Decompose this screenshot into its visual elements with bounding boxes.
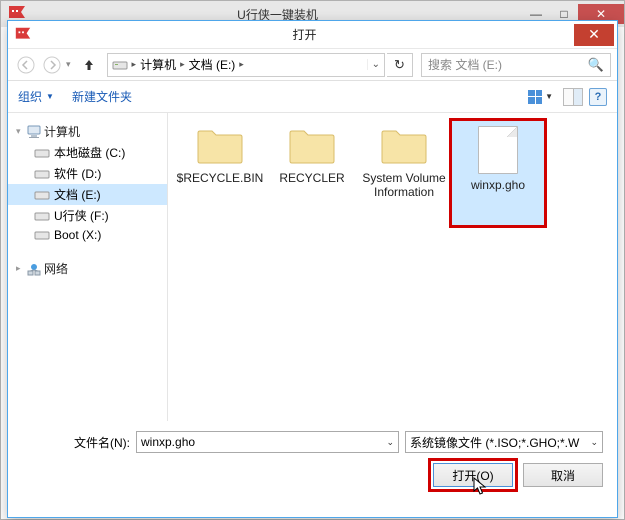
tree-drive-c[interactable]: 本地磁盘 (C:) xyxy=(8,142,167,163)
drive-icon xyxy=(34,168,50,180)
organize-button[interactable]: 组织 ▼ xyxy=(18,88,54,105)
tree-drive-x[interactable]: Boot (X:) xyxy=(8,226,167,244)
help-button[interactable]: ? xyxy=(589,88,607,106)
breadcrumb-current[interactable]: 文档 (E:) xyxy=(185,56,240,73)
address-dropdown[interactable]: ⌄ xyxy=(367,59,380,70)
breadcrumb-root[interactable]: 计算机 xyxy=(136,56,180,73)
chevron-down-icon: ▾ xyxy=(16,126,26,137)
tree-drive-f[interactable]: U行侠 (F:) xyxy=(8,205,167,226)
file-item-gho[interactable]: winxp.gho xyxy=(450,119,546,227)
file-item-folder[interactable]: System Volume Information xyxy=(358,119,450,227)
new-folder-label: 新建文件夹 xyxy=(72,88,132,105)
dialog-body: ▾ 计算机 本地磁盘 (C:) 软件 (D:) 文档 (E:) xyxy=(8,113,617,421)
dialog-titlebar: 打开 ✕ xyxy=(8,21,617,49)
file-item-folder[interactable]: $RECYCLE.BIN xyxy=(174,119,266,227)
tree-drive-label: 文档 (E:) xyxy=(54,186,101,203)
nav-up-button[interactable] xyxy=(77,53,101,77)
cancel-button-label: 取消 xyxy=(551,467,575,484)
chevron-right-icon: ▸ xyxy=(16,263,26,274)
drive-icon xyxy=(34,210,50,222)
search-icon: 🔍 xyxy=(588,57,604,73)
organize-label: 组织 xyxy=(18,88,42,105)
file-label: RECYCLER xyxy=(279,171,344,185)
open-button-label: 打开(O) xyxy=(452,467,493,484)
tree-computer[interactable]: ▾ 计算机 xyxy=(8,121,167,142)
nav-history-dropdown[interactable]: ▾ xyxy=(66,59,71,70)
view-options-button[interactable]: ▼ xyxy=(524,87,557,107)
chevron-down-icon[interactable]: ⌄ xyxy=(586,437,598,448)
nav-tree: ▾ 计算机 本地磁盘 (C:) 软件 (D:) 文档 (E:) xyxy=(8,113,168,421)
tree-drive-d[interactable]: 软件 (D:) xyxy=(8,163,167,184)
drive-icon xyxy=(34,147,50,159)
tree-drive-label: U行侠 (F:) xyxy=(54,207,109,224)
chevron-right-icon: ▸ xyxy=(239,59,244,70)
tree-drive-e[interactable]: 文档 (E:) xyxy=(8,184,167,205)
dialog-bottom: 文件名(N): ⌄ 系统镜像文件 (*.ISO;*.GHO;*.W ⌄ 打开(O… xyxy=(8,421,617,487)
drive-icon xyxy=(34,189,50,201)
preview-pane-button[interactable] xyxy=(563,88,583,106)
nav-back-button[interactable] xyxy=(14,53,38,77)
tree-drive-label: 本地磁盘 (C:) xyxy=(54,144,125,161)
file-label: $RECYCLE.BIN xyxy=(177,171,264,185)
tree-network-label: 网络 xyxy=(44,260,68,277)
view-grid-icon xyxy=(528,90,542,104)
filetype-filter-combo[interactable]: 系统镜像文件 (*.ISO;*.GHO;*.W ⌄ xyxy=(405,431,603,453)
filename-combo[interactable]: ⌄ xyxy=(136,431,399,453)
file-label: System Volume Information xyxy=(360,171,448,200)
network-icon xyxy=(26,262,42,276)
refresh-button[interactable]: ↻ xyxy=(387,53,413,77)
filename-input[interactable] xyxy=(141,435,382,449)
tree-network[interactable]: ▸ 网络 xyxy=(8,258,167,279)
file-item-folder[interactable]: RECYCLER xyxy=(266,119,358,227)
filename-label: 文件名(N): xyxy=(22,434,130,451)
dialog-title: 打开 xyxy=(38,26,571,43)
folder-icon xyxy=(378,123,430,165)
nav-bar: ▾ ▸ 计算机 ▸ 文档 (E:) ▸ ⌄ ↻ 搜索 文档 (E:) 🔍 xyxy=(8,49,617,81)
search-placeholder: 搜索 文档 (E:) xyxy=(428,56,502,73)
drive-icon xyxy=(34,229,50,241)
open-dialog: 打开 ✕ ▾ ▸ 计算机 ▸ 文档 (E:) ▸ ⌄ ↻ 搜索 文档 (E:) … xyxy=(7,20,618,518)
filter-label: 系统镜像文件 (*.ISO;*.GHO;*.W xyxy=(410,434,586,451)
folder-icon xyxy=(194,123,246,165)
file-label: winxp.gho xyxy=(471,178,525,192)
new-folder-button[interactable]: 新建文件夹 xyxy=(72,88,132,105)
open-button[interactable]: 打开(O) xyxy=(433,463,513,487)
search-input[interactable]: 搜索 文档 (E:) 🔍 xyxy=(421,53,611,77)
file-icon xyxy=(478,126,518,174)
chevron-down-icon: ▼ xyxy=(545,92,553,101)
dialog-app-icon xyxy=(14,26,32,44)
cancel-button[interactable]: 取消 xyxy=(523,463,603,487)
file-list[interactable]: $RECYCLE.BIN RECYCLER System Volume Info… xyxy=(168,113,617,421)
tree-computer-label: 计算机 xyxy=(44,123,80,140)
chevron-down-icon: ▼ xyxy=(46,92,54,101)
folder-icon xyxy=(286,123,338,165)
tree-drive-label: 软件 (D:) xyxy=(54,165,101,182)
nav-forward-button[interactable] xyxy=(40,53,64,77)
dialog-close-button[interactable]: ✕ xyxy=(574,24,614,46)
chevron-down-icon[interactable]: ⌄ xyxy=(382,437,394,448)
computer-icon xyxy=(26,125,42,139)
tree-drive-label: Boot (X:) xyxy=(54,228,101,242)
drive-icon xyxy=(112,59,128,71)
address-bar[interactable]: ▸ 计算机 ▸ 文档 (E:) ▸ ⌄ xyxy=(107,53,385,77)
toolbar: 组织 ▼ 新建文件夹 ▼ ? xyxy=(8,81,617,113)
